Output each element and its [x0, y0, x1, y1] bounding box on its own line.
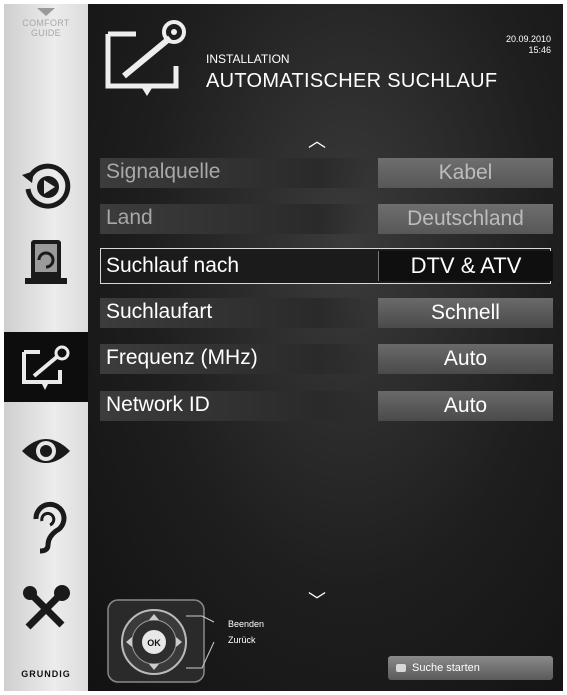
- comfort-guide-label: COMFORT GUIDE: [22, 18, 70, 38]
- sidebar-item-media[interactable]: [4, 228, 88, 298]
- menu-row-value[interactable]: Schnell: [378, 298, 553, 328]
- legend-exit: Beenden: [228, 619, 265, 629]
- legend-back: Zurück: [228, 635, 256, 645]
- menu-row-label: Suchlauf nach: [106, 254, 240, 277]
- sidebar-item-picture[interactable]: [4, 416, 88, 486]
- menu-row-value[interactable]: Deutschland: [378, 204, 553, 234]
- menu-row-label: Suchlaufart: [106, 300, 213, 323]
- menu-row-value[interactable]: DTV & ATV: [378, 251, 553, 281]
- sidebar-item-source[interactable]: [4, 150, 88, 220]
- menu-row-network-id[interactable]: Network ID Auto: [100, 387, 553, 423]
- menu-row-label: Signalquelle: [106, 160, 221, 183]
- start-search-label: Suche starten: [412, 662, 480, 674]
- brand-logo: GRUNDIG: [21, 669, 71, 679]
- scroll-down-icon[interactable]: ︿: [308, 589, 326, 609]
- menu-row-frequenz[interactable]: Frequenz (MHz) Auto: [100, 340, 553, 376]
- sidebar: COMFORT GUIDE GRUNDIG: [4, 4, 88, 691]
- tablet-sync-icon: [25, 240, 67, 284]
- datetime: 20.09.2010 15:46: [506, 34, 551, 56]
- comfort-guide[interactable]: COMFORT GUIDE: [4, 4, 88, 64]
- date-text: 20.09.2010: [505, 34, 551, 44]
- sidebar-item-sound[interactable]: [4, 492, 88, 562]
- menu-row-suchlaufart[interactable]: Suchlaufart Schnell: [100, 294, 553, 330]
- ok-label: OK: [147, 638, 161, 648]
- menu-row-value[interactable]: Auto: [378, 391, 553, 421]
- menu-row-suchlauf-nach[interactable]: Suchlauf nach DTV & ATV: [100, 248, 553, 284]
- start-search-button[interactable]: Suche starten: [388, 656, 553, 680]
- rotate-play-icon: [22, 163, 71, 209]
- eye-icon: [22, 439, 70, 463]
- page-title: AUTOMATISCHER SUCHLAUF: [206, 70, 498, 92]
- remote-control-icon: OK: [107, 599, 215, 683]
- red-button-icon: [396, 664, 406, 672]
- tools-icon: [23, 585, 70, 630]
- ear-icon: [33, 501, 67, 554]
- sidebar-item-settings[interactable]: [4, 574, 88, 644]
- menu-row-signalquelle[interactable]: Signalquelle Kabel: [100, 154, 553, 190]
- time-text: 15:46: [528, 45, 551, 55]
- section-subtitle: INSTALLATION: [206, 52, 290, 66]
- main-panel: INSTALLATION AUTOMATISCHER SUCHLAUF 20.0…: [88, 4, 563, 691]
- menu-row-label: Land: [106, 206, 153, 229]
- menu-row-value[interactable]: Auto: [378, 344, 553, 374]
- menu-row-value[interactable]: Kabel: [378, 158, 553, 188]
- scroll-up-icon[interactable]: ︿: [308, 132, 326, 150]
- antenna-screen-icon: [105, 20, 186, 96]
- antenna-screen-icon: [22, 345, 70, 390]
- menu-row-label: Network ID: [106, 393, 210, 416]
- menu-row-land[interactable]: Land Deutschland: [100, 200, 553, 236]
- triangle-down-icon: [37, 8, 55, 16]
- sidebar-item-installation[interactable]: [4, 332, 88, 402]
- menu-row-label: Frequenz (MHz): [106, 346, 258, 369]
